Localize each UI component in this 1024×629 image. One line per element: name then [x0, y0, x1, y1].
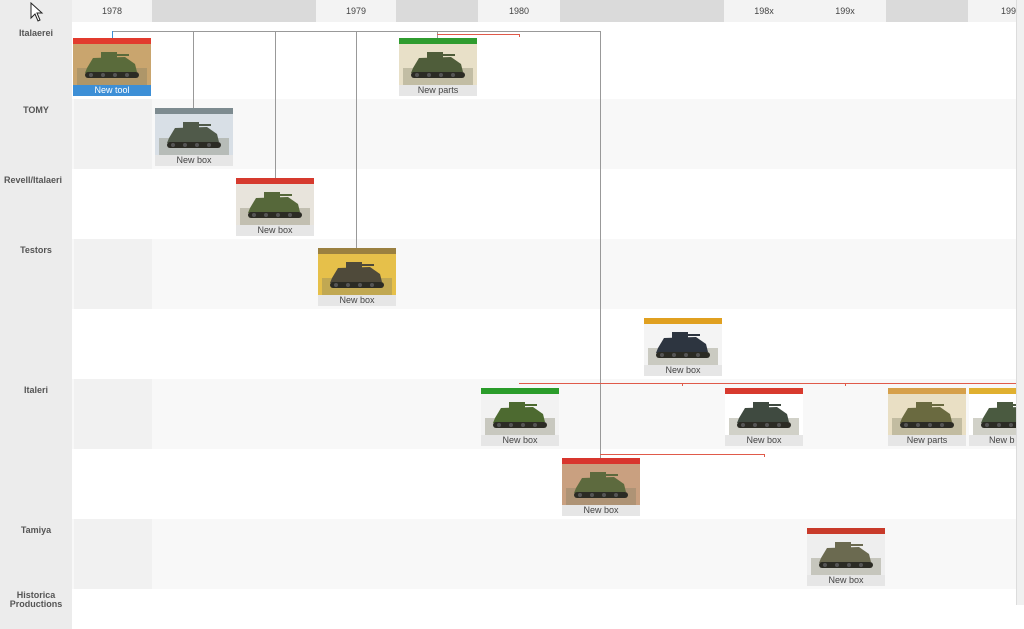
row-label: Italaerei: [0, 22, 72, 99]
row-label: [0, 309, 72, 379]
timeline-header: 1978 1979 1980 198x 199x 199: [0, 0, 1024, 22]
year-1980: 1980: [478, 0, 560, 22]
release-caption: New box: [481, 435, 559, 446]
release-card[interactable]: New box: [236, 178, 314, 236]
release-card[interactable]: New box: [481, 388, 559, 446]
release-caption: New box: [562, 505, 640, 516]
box-art-image: [155, 108, 233, 155]
box-art-image: [807, 528, 885, 575]
release-caption: New box: [318, 295, 396, 306]
row-historica: Historica Productions: [0, 589, 1016, 629]
relation-tick: [845, 383, 846, 386]
row-unnamed-1: [0, 309, 1016, 379]
year-1979: 1979: [316, 0, 396, 22]
row-label: Historica Productions: [0, 589, 72, 629]
year-1978: 1978: [72, 0, 152, 22]
lineage-connector: [193, 31, 194, 109]
box-art-image: [481, 388, 559, 435]
relation-link: [519, 383, 1016, 384]
box-art-image: [725, 388, 803, 435]
year-199-partial: 199: [968, 0, 1016, 22]
row-unnamed-2: [0, 449, 1016, 519]
row-label: Tamiya: [0, 519, 72, 589]
year-gap: [886, 0, 968, 22]
release-card[interactable]: New parts: [399, 38, 477, 96]
lane-stripe: [74, 379, 152, 449]
year-gap: [396, 0, 478, 22]
lineage-connector: [275, 31, 276, 179]
year-gap: [560, 0, 724, 22]
release-caption: New box: [807, 575, 885, 586]
relation-link: [437, 34, 520, 35]
box-art-image: [399, 38, 477, 85]
mouse-pointer-icon: [30, 2, 44, 22]
release-caption: New box: [155, 155, 233, 166]
box-art-image: [73, 38, 151, 85]
release-card[interactable]: New b: [969, 388, 1016, 446]
release-card[interactable]: New parts: [888, 388, 966, 446]
lane-stripe: [74, 239, 152, 309]
release-card[interactable]: New box: [155, 108, 233, 166]
year-198x: 198x: [724, 0, 804, 22]
release-card[interactable]: New tool: [73, 38, 151, 96]
year-gap: [152, 0, 316, 22]
box-art-image: [562, 458, 640, 505]
release-caption: New box: [644, 365, 722, 376]
year-199x: 199x: [804, 0, 886, 22]
lane-stripe: [74, 99, 152, 169]
release-card[interactable]: New box: [807, 528, 885, 586]
row-tomy: TOMY: [0, 99, 1016, 169]
row-revell-italaeri: Revell/Italaeri: [0, 169, 1016, 239]
release-card[interactable]: New box: [318, 248, 396, 306]
relation-tick: [764, 454, 765, 457]
release-caption: New box: [725, 435, 803, 446]
box-art-image: [236, 178, 314, 225]
release-caption: New parts: [888, 435, 966, 446]
release-card[interactable]: New box: [562, 458, 640, 516]
box-art-image: [318, 248, 396, 295]
box-art-image: [969, 388, 1016, 435]
box-art-image: [888, 388, 966, 435]
row-label: Italeri: [0, 379, 72, 449]
vertical-scrollbar[interactable]: [1016, 0, 1024, 605]
relation-tick: [682, 383, 683, 386]
release-card[interactable]: New box: [725, 388, 803, 446]
row-label: TOMY: [0, 99, 72, 169]
lane-stripe: [74, 519, 152, 589]
row-label: [0, 449, 72, 519]
row-testors: Testors: [0, 239, 1016, 309]
relation-link: [600, 454, 765, 455]
release-caption: New tool: [73, 85, 151, 96]
box-art-image: [644, 318, 722, 365]
row-label: Revell/Italaeri: [0, 169, 72, 239]
release-caption: New box: [236, 225, 314, 236]
row-label: Testors: [0, 239, 72, 309]
release-caption: New parts: [399, 85, 477, 96]
release-caption: New b: [969, 435, 1016, 446]
release-card[interactable]: New box: [644, 318, 722, 376]
relation-tick: [519, 34, 520, 37]
lineage-connector: [600, 31, 601, 459]
lineage-connector: [356, 31, 357, 249]
